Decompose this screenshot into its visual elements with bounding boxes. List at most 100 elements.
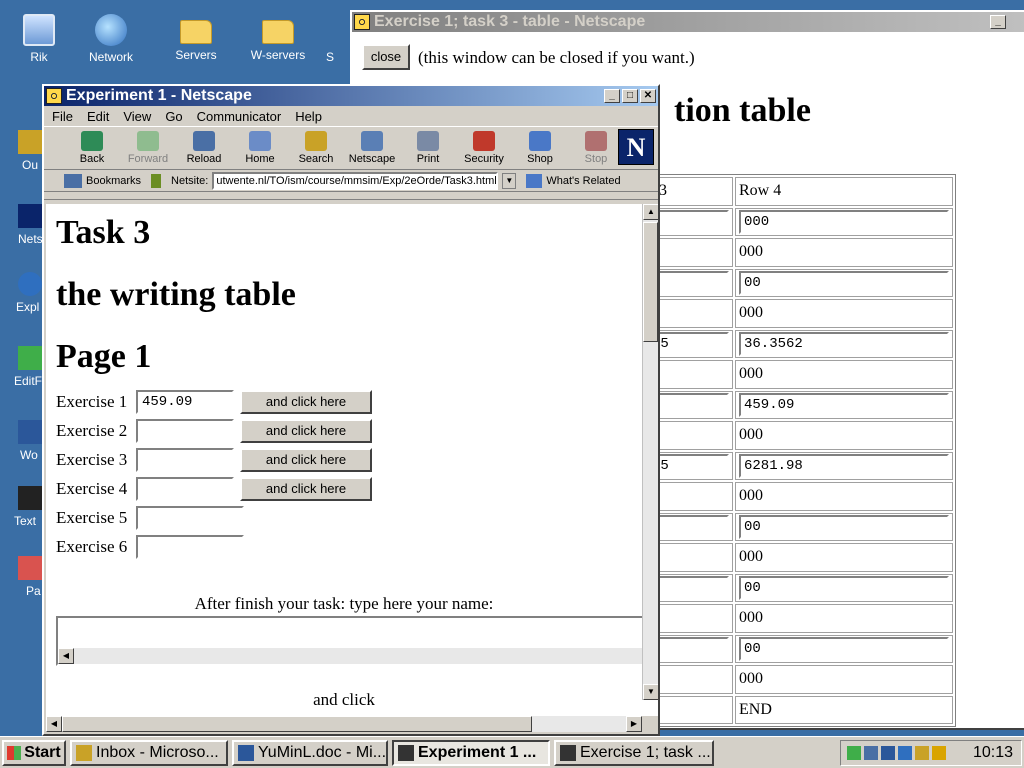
start-button[interactable]: Start	[2, 739, 66, 766]
netscape-logo[interactable]: N	[618, 129, 654, 165]
stop-button[interactable]: Stop	[568, 127, 624, 169]
desktop-icon-explorer[interactable]: Expl	[0, 272, 42, 314]
desktop-icon-netscape[interactable]: Nets	[0, 204, 43, 246]
desktop-icon-paint[interactable]: Pa	[0, 556, 42, 598]
exercise-row: Exercise 3 and click here	[56, 448, 372, 472]
menu-item-file[interactable]: File	[52, 109, 73, 124]
answer-field[interactable]: 00	[739, 636, 949, 661]
horizontal-scrollbar[interactable]: ◀ ▶	[46, 716, 642, 732]
url-dropdown-icon[interactable]: ▼	[502, 172, 517, 189]
exercise-window-titlebar[interactable]: Exercise 1; task 3 - table - Netscape _	[352, 12, 1024, 32]
answer-field[interactable]: 00	[739, 270, 949, 295]
home-button[interactable]: Home	[232, 127, 288, 169]
page-viewport: Task 3 the writing table Page 1 Exercise…	[46, 204, 658, 716]
toolbar-button-label: Search	[298, 153, 334, 165]
scroll-down-arrow-icon[interactable]: ▼	[643, 684, 658, 700]
table-cell: 000	[735, 360, 953, 389]
globe-icon[interactable]	[898, 746, 912, 760]
and-click-text: and click	[313, 690, 375, 709]
experiment-window-titlebar[interactable]: Experiment 1 - Netscape _ □ ✕	[44, 86, 658, 106]
exercise-input[interactable]: 459.09	[136, 390, 234, 414]
submit-exercise-button[interactable]: and click here	[240, 390, 372, 414]
network-icon[interactable]	[847, 746, 861, 760]
info-icon[interactable]	[881, 746, 895, 760]
desktop-icon-label: Expl	[16, 300, 40, 314]
scroll-right-arrow-icon[interactable]: ▶	[626, 716, 642, 732]
exercise-input[interactable]	[136, 419, 234, 443]
exercise-input[interactable]	[136, 448, 234, 472]
desktop-icon-rik[interactable]: Rik	[3, 14, 75, 64]
taskbar-task[interactable]: YuMinL.doc - Mi...	[232, 739, 388, 766]
taskbar-task[interactable]: Exercise 1; task ...	[554, 739, 714, 766]
task-list: Inbox - Microso... YuMinL.doc - Mi... Expe…	[66, 739, 714, 766]
maximize-button[interactable]: □	[622, 89, 638, 103]
answer-field[interactable]: 6281.98	[739, 453, 949, 478]
table-row: 00	[643, 268, 953, 297]
scroll-up-arrow-icon[interactable]: ▲	[643, 204, 658, 220]
taskbar-task[interactable]: Inbox - Microso...	[70, 739, 228, 766]
answer-field[interactable]: 000	[739, 209, 949, 234]
search-button[interactable]: Search	[288, 127, 344, 169]
minimize-button[interactable]: _	[604, 89, 620, 103]
bookmarks-button[interactable]: Bookmarks	[86, 175, 141, 187]
exercise-input[interactable]	[136, 506, 244, 530]
menu-item-communicator[interactable]: Communicator	[197, 109, 282, 124]
close-button[interactable]: close	[362, 44, 410, 70]
answer-field[interactable]: 36.3562	[739, 331, 949, 356]
answer-field[interactable]: 00	[739, 514, 949, 539]
desktop-icon-network[interactable]: Network	[75, 14, 147, 64]
shop-button[interactable]: Shop	[512, 127, 568, 169]
answer-table: v 3 Row 4 000000000004536.35620005459.09…	[640, 174, 956, 727]
minimize-button[interactable]: _	[990, 15, 1006, 29]
exercise-input[interactable]	[136, 535, 244, 559]
netscape-button[interactable]: Netscape	[344, 127, 400, 169]
print-button[interactable]: Print	[400, 127, 456, 169]
menu-item-help[interactable]: Help	[295, 109, 322, 124]
pen-icon[interactable]	[932, 746, 946, 760]
scrollbar-thumb[interactable]	[62, 716, 532, 732]
submit-exercise-button[interactable]: and click here	[240, 419, 372, 443]
reload-button[interactable]: Reload	[176, 127, 232, 169]
name-textarea[interactable]: ◀	[56, 616, 646, 666]
clock[interactable]: 10:13	[973, 744, 1013, 762]
settings-icon[interactable]	[864, 746, 878, 760]
taskbar-task-label: YuMinL.doc - Mi...	[258, 743, 387, 761]
desktop-icon-outlook[interactable]: Ou	[0, 130, 42, 172]
taskbar-task[interactable]: Experiment 1 ...	[392, 739, 550, 766]
back-button[interactable]: Back	[64, 127, 120, 169]
forward-button[interactable]: Forward	[120, 127, 176, 169]
table-cell: 000	[735, 482, 953, 511]
desktop-icon-w-servers[interactable]: W-servers	[242, 14, 314, 62]
monitor-icon[interactable]	[915, 746, 929, 760]
close-window-button[interactable]: ✕	[640, 89, 656, 103]
vertical-scrollbar[interactable]: ▲ ▼	[642, 204, 658, 700]
answer-field[interactable]: 00	[739, 575, 949, 600]
desktop-icon-servers[interactable]: Servers	[160, 14, 232, 62]
answer-field[interactable]: 459.09	[739, 392, 949, 417]
exercise-input[interactable]	[136, 477, 234, 501]
desktop-icon-word[interactable]: Wo	[0, 420, 42, 462]
window-title: Experiment 1 - Netscape	[66, 87, 252, 104]
url-field[interactable]: utwente.nl/TO/ism/course/mmsim/Exp/2eOrd…	[212, 171, 499, 190]
toolbar-button-label: Forward	[127, 153, 169, 165]
desktop-icon-text[interactable]: Text	[0, 486, 42, 528]
lock-icon	[473, 131, 495, 151]
menu-item-view[interactable]: View	[123, 109, 151, 124]
textarea-scrollbar[interactable]: ◀	[58, 648, 644, 664]
submit-exercise-button[interactable]: and click here	[240, 448, 372, 472]
scrollbar-thumb[interactable]	[643, 222, 658, 342]
scroll-left-arrow-icon[interactable]: ◀	[46, 716, 62, 732]
windows-logo-icon	[7, 745, 22, 760]
exercise-row: Exercise 6	[56, 535, 244, 559]
scroll-left-arrow-icon[interactable]: ◀	[58, 648, 74, 664]
table-cell: 000	[735, 665, 953, 694]
submit-exercise-button[interactable]: and click here	[240, 477, 372, 501]
whats-related-icon	[526, 173, 543, 188]
whats-related-button[interactable]: What's Related	[546, 175, 620, 187]
netsite-label: Netsite:	[171, 174, 209, 187]
desktop-icon-s[interactable]: S	[310, 50, 350, 64]
menu-item-go[interactable]: Go	[165, 109, 182, 124]
security-button[interactable]: Security	[456, 127, 512, 169]
menu-item-edit[interactable]: Edit	[87, 109, 109, 124]
desktop-icon-editpad[interactable]: EditF	[0, 346, 42, 388]
